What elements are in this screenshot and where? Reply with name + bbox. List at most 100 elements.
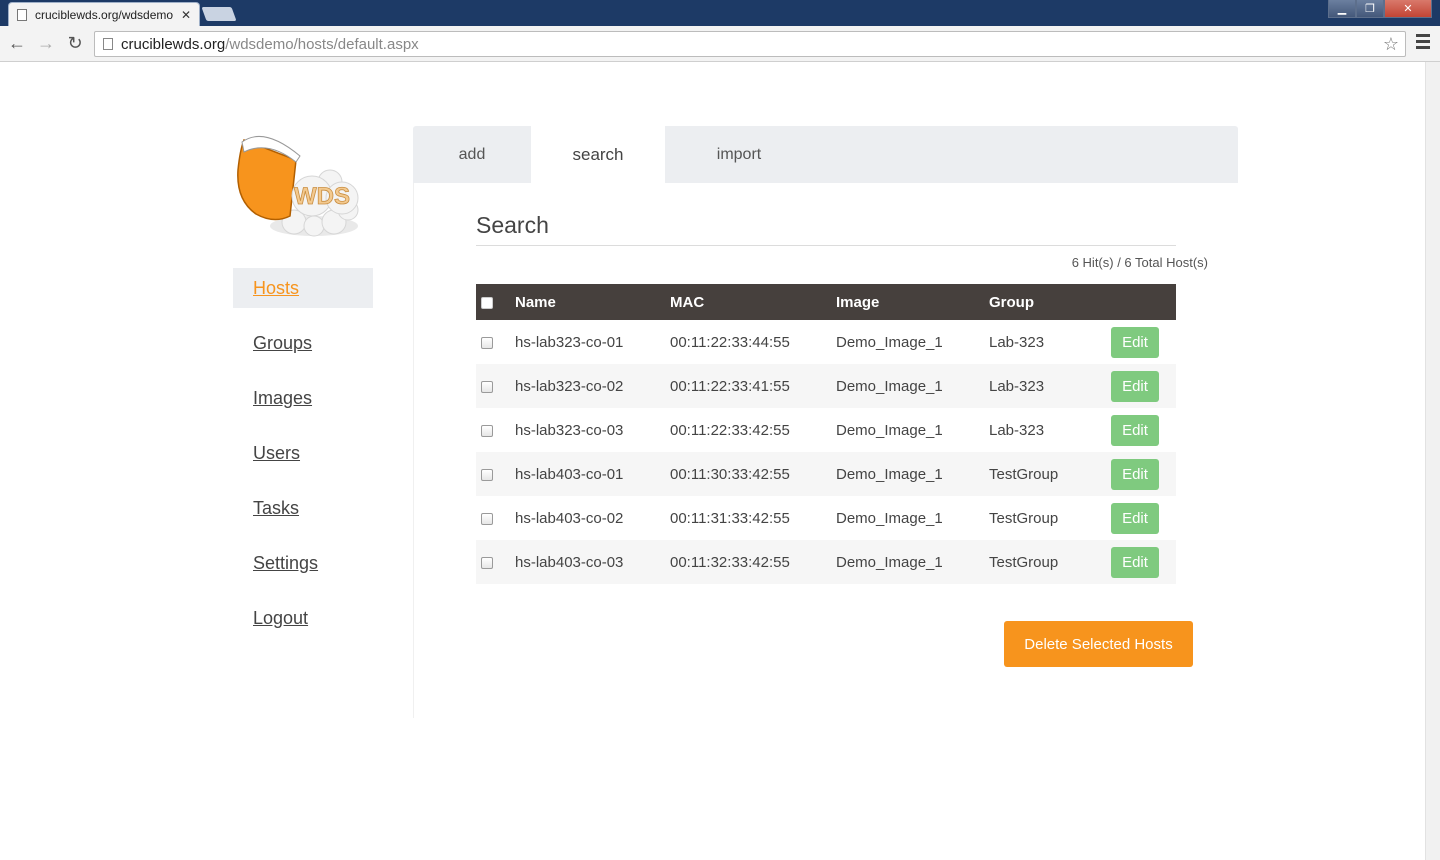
- header-group[interactable]: Group: [989, 284, 1111, 320]
- tab-close-icon[interactable]: ✕: [181, 8, 191, 22]
- table-row: hs-lab323-co-02 00:11:22:33:41:55 Demo_Ima…: [476, 364, 1176, 408]
- select-all-checkbox[interactable]: [481, 296, 493, 309]
- host-mac: 00:11:22:33:41:55: [670, 364, 836, 408]
- host-image: Demo_Image_1: [836, 320, 989, 364]
- row-checkbox-cell: [476, 496, 515, 540]
- bookmark-star-icon[interactable]: ☆: [1383, 34, 1399, 55]
- table-row: hs-lab403-co-02 00:11:31:33:42:55 Demo_Ima…: [476, 496, 1176, 540]
- host-name: hs-lab323-co-02: [515, 364, 670, 408]
- tab-add[interactable]: add: [413, 126, 531, 183]
- table-row: hs-lab403-co-01 00:11:30:33:42:55 Demo_Ima…: [476, 452, 1176, 496]
- tab-bar: add search import: [413, 126, 1238, 183]
- page-icon: [103, 38, 113, 50]
- header-checkbox-cell: [476, 284, 515, 320]
- row-checkbox-cell: [476, 320, 515, 364]
- back-arrow-icon[interactable]: ←: [6, 32, 28, 54]
- header-image[interactable]: Image: [836, 284, 989, 320]
- host-mac: 00:11:32:33:42:55: [670, 540, 836, 584]
- edit-button[interactable]: Edit: [1111, 414, 1159, 446]
- host-image: Demo_Image_1: [836, 408, 989, 452]
- row-checkbox[interactable]: [481, 556, 493, 569]
- row-checkbox[interactable]: [481, 336, 493, 349]
- sidebar-item-logout[interactable]: Logout: [233, 598, 373, 638]
- table-row: hs-lab323-co-01 00:11:22:33:44:55 Demo_Ima…: [476, 320, 1176, 364]
- host-group: Lab-323: [989, 408, 1111, 452]
- forward-arrow-icon[interactable]: →: [35, 32, 57, 54]
- host-group: TestGroup: [989, 540, 1111, 584]
- section-title: Search: [476, 212, 549, 238]
- edit-cell: Edit: [1111, 364, 1176, 408]
- host-image: Demo_Image_1: [836, 540, 989, 584]
- browser-toolbar: ← → ↻ cruciblewds.org/wdsdemo/hosts/defa…: [0, 26, 1440, 62]
- reload-icon[interactable]: ↻: [64, 32, 86, 54]
- sidebar-item-tasks[interactable]: Tasks: [233, 488, 373, 528]
- host-group: Lab-323: [989, 364, 1111, 408]
- sidebar-item-users[interactable]: Users: [233, 433, 373, 473]
- browser-tab-title: cruciblewds.org/wdsdemo: [35, 7, 174, 22]
- host-name: hs-lab403-co-01: [515, 452, 670, 496]
- row-checkbox[interactable]: [481, 512, 493, 525]
- host-group: TestGroup: [989, 496, 1111, 540]
- page-scrollbar[interactable]: [1425, 62, 1440, 860]
- host-name: hs-lab403-co-03: [515, 540, 670, 584]
- table-row: hs-lab323-co-03 00:11:22:33:42:55 Demo_Ima…: [476, 408, 1176, 452]
- sidebar-item-images[interactable]: Images: [233, 378, 373, 418]
- url-host: cruciblewds.org: [121, 35, 226, 53]
- edit-button[interactable]: Edit: [1111, 326, 1159, 358]
- host-name: hs-lab403-co-02: [515, 496, 670, 540]
- edit-cell: Edit: [1111, 496, 1176, 540]
- host-group: TestGroup: [989, 452, 1111, 496]
- host-mac: 00:11:22:33:44:55: [670, 320, 836, 364]
- header-mac[interactable]: MAC: [670, 284, 836, 320]
- hit-count: 6 Hit(s) / 6 Total Host(s): [1071, 255, 1208, 270]
- host-group: Lab-323: [989, 320, 1111, 364]
- edit-button[interactable]: Edit: [1111, 502, 1159, 534]
- host-image: Demo_Image_1: [836, 364, 989, 408]
- content-divider: [413, 183, 414, 718]
- edit-cell: Edit: [1111, 540, 1176, 584]
- browser-tab[interactable]: cruciblewds.org/wdsdemo ✕: [8, 2, 200, 26]
- address-bar[interactable]: cruciblewds.org/wdsdemo/hosts/default.as…: [94, 31, 1406, 57]
- row-checkbox[interactable]: [481, 380, 493, 393]
- header-name[interactable]: Name: [515, 284, 670, 320]
- sidebar: Hosts Groups Images Users Tasks Settings…: [233, 268, 373, 653]
- host-name: hs-lab323-co-01: [515, 320, 670, 364]
- url-path: /wdsdemo/hosts/default.aspx: [225, 35, 419, 53]
- edit-button[interactable]: Edit: [1111, 546, 1159, 578]
- logo-text: WDS: [294, 183, 350, 210]
- edit-cell: Edit: [1111, 452, 1176, 496]
- edit-cell: Edit: [1111, 408, 1176, 452]
- minimize-icon[interactable]: ▁: [1328, 0, 1356, 18]
- page: WDS Hosts Groups Images Users Tasks Sett…: [0, 62, 1425, 860]
- host-mac: 00:11:31:33:42:55: [670, 496, 836, 540]
- wds-logo: WDS: [237, 135, 359, 237]
- delete-selected-hosts-button[interactable]: Delete Selected Hosts: [1004, 621, 1193, 667]
- row-checkbox[interactable]: [481, 468, 493, 481]
- edit-cell: Edit: [1111, 320, 1176, 364]
- header-edit: [1111, 284, 1176, 320]
- hosts-table-body: hs-lab323-co-01 00:11:22:33:44:55 Demo_Ima…: [476, 320, 1176, 584]
- row-checkbox[interactable]: [481, 424, 493, 437]
- edit-button[interactable]: Edit: [1111, 370, 1159, 402]
- tab-search[interactable]: search: [531, 126, 665, 183]
- table-row: hs-lab403-co-03 00:11:32:33:42:55 Demo_Ima…: [476, 540, 1176, 584]
- host-image: Demo_Image_1: [836, 452, 989, 496]
- restore-icon[interactable]: ❐: [1356, 0, 1384, 18]
- sidebar-item-hosts[interactable]: Hosts: [233, 268, 373, 308]
- window-close-icon[interactable]: ✕: [1384, 0, 1432, 18]
- browser-titlebar: cruciblewds.org/wdsdemo ✕ ▁ ❐ ✕: [0, 0, 1440, 26]
- window-controls: ▁ ❐ ✕: [1328, 0, 1432, 18]
- host-mac: 00:11:30:33:42:55: [670, 452, 836, 496]
- new-tab-button[interactable]: [201, 7, 237, 21]
- page-icon: [17, 8, 27, 21]
- hosts-table: Name MAC Image Group hs-lab323-co-01 00:1…: [476, 284, 1176, 584]
- row-checkbox-cell: [476, 540, 515, 584]
- hamburger-menu-icon[interactable]: [1416, 34, 1430, 50]
- row-checkbox-cell: [476, 364, 515, 408]
- sidebar-item-settings[interactable]: Settings: [233, 543, 373, 583]
- edit-button[interactable]: Edit: [1111, 458, 1159, 490]
- row-checkbox-cell: [476, 452, 515, 496]
- host-mac: 00:11:22:33:42:55: [670, 408, 836, 452]
- sidebar-item-groups[interactable]: Groups: [233, 323, 373, 363]
- tab-import[interactable]: import: [665, 126, 813, 183]
